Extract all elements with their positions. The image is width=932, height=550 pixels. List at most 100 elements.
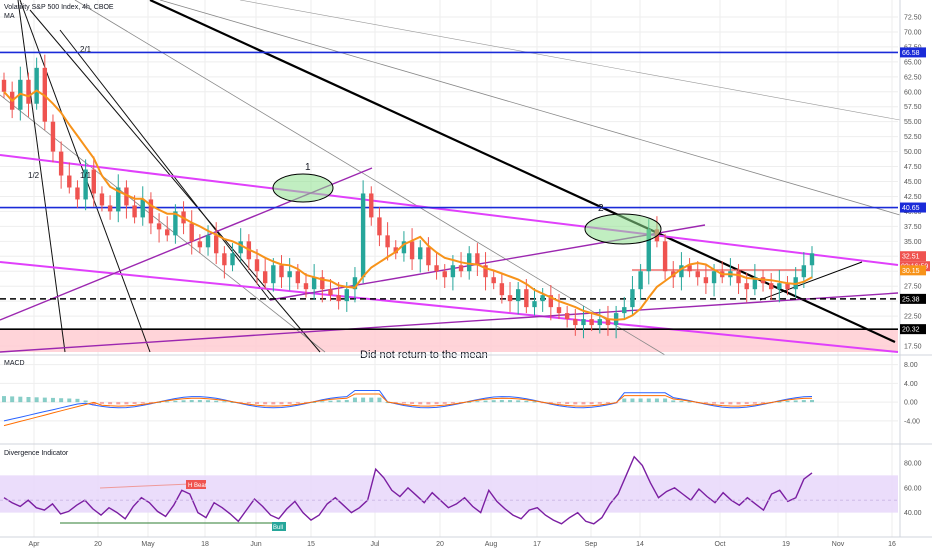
macd-histogram-bar <box>736 402 741 405</box>
macd-histogram-bar <box>336 400 341 403</box>
candle-body <box>573 319 578 326</box>
candle-body <box>711 271 717 284</box>
bear-label-text: H Bear <box>188 483 207 489</box>
macd-histogram-bar <box>26 396 31 403</box>
price-tick-label: 65.00 <box>904 59 922 66</box>
macd-histogram-bar <box>124 402 129 405</box>
price-tick-label: 35.00 <box>904 239 922 246</box>
candle-body <box>26 79 31 104</box>
macd-histogram-bar <box>295 402 300 404</box>
price-tick-label: 42.50 <box>904 194 922 201</box>
time-tick-label: 18 <box>201 541 209 548</box>
ma-value-tag-text: 30.15 <box>902 268 920 275</box>
candle-body <box>50 121 56 152</box>
candle-body <box>581 319 586 326</box>
candle-body <box>703 277 709 284</box>
price-level-tag-text: 66.58 <box>902 50 920 57</box>
macd-histogram-bar <box>638 398 643 403</box>
macd-histogram-bar <box>173 400 178 403</box>
macd-histogram-bar <box>499 399 504 403</box>
price-level-tag-text: 20.32 <box>902 327 920 334</box>
macd-tick-label: 0.00 <box>904 400 918 407</box>
macd-histogram-bar <box>418 402 423 405</box>
macd-histogram-bar <box>181 400 186 403</box>
macd-histogram-bar <box>728 402 733 405</box>
macd-histogram-bar <box>556 402 561 404</box>
macd-histogram-bar <box>597 402 602 404</box>
divergence-tick-label: 40.00 <box>904 510 922 517</box>
macd-histogram-bar <box>59 398 64 403</box>
candle-body <box>360 193 366 278</box>
candle-body <box>156 223 162 230</box>
candle-body <box>34 67 39 104</box>
price-tick-label: 62.50 <box>904 74 922 81</box>
candle-body <box>597 319 602 326</box>
macd-histogram-bar <box>2 396 6 403</box>
candle-body <box>409 241 415 260</box>
candle-body <box>189 223 194 242</box>
time-tick-label: Sep <box>585 541 598 548</box>
ma-indicator-label[interactable]: MA <box>4 13 15 20</box>
macd-histogram-bar <box>116 402 121 405</box>
candle-body <box>809 253 815 266</box>
peak-ellipse-2[interactable] <box>584 213 662 245</box>
price-tick-label: 47.50 <box>904 164 922 171</box>
candle-body <box>434 265 439 272</box>
price-tick-label: 72.50 <box>904 14 922 21</box>
macd-histogram-bar <box>475 401 480 403</box>
candle-body <box>287 271 292 278</box>
macd-histogram-bar <box>206 400 211 403</box>
candle-body <box>662 241 668 272</box>
annotation-label: 1/2 <box>28 171 40 180</box>
macd-histogram-bar <box>434 402 439 405</box>
candle-body <box>222 253 227 266</box>
macd-histogram-bar <box>810 399 814 403</box>
price-tick-label: 17.50 <box>904 344 922 351</box>
candle-body <box>271 265 276 284</box>
macd-histogram-bar <box>197 400 202 403</box>
candle-body <box>262 271 268 284</box>
macd-histogram-bar <box>712 402 717 404</box>
candle-body <box>744 283 749 290</box>
macd-histogram-bar <box>263 402 268 405</box>
candle-body <box>238 241 243 254</box>
candle-body <box>450 265 456 278</box>
macd-histogram-bar <box>344 399 349 403</box>
price-tick-label: 52.50 <box>904 134 922 141</box>
candle-body <box>75 187 80 200</box>
macd-histogram-bar <box>410 402 415 404</box>
macd-histogram-bar <box>361 397 366 403</box>
candle-body <box>254 259 260 272</box>
candle-body <box>622 307 627 314</box>
candle-body <box>442 271 447 278</box>
macd-histogram-bar <box>99 402 104 404</box>
time-tick-label: 20 <box>436 541 444 548</box>
candle-body <box>540 295 545 302</box>
macd-histogram-bar <box>50 397 55 403</box>
macd-histogram-bar <box>369 397 374 403</box>
candle-body <box>515 289 521 302</box>
macd-histogram-bar <box>271 402 276 405</box>
time-tick-label: Jun <box>250 541 261 548</box>
time-tick-label: 20 <box>94 541 102 548</box>
macd-histogram-bar <box>793 400 798 403</box>
candle-body <box>458 265 464 272</box>
candle-body <box>311 277 317 290</box>
macd-title[interactable]: MACD <box>4 360 25 367</box>
symbol-title[interactable]: Volatility S&P 500 Index, 4h, CBOE <box>4 4 114 11</box>
candle-body <box>344 289 349 302</box>
peak-ellipse-1[interactable] <box>272 173 334 203</box>
candle-body <box>91 169 96 194</box>
macd-histogram-bar <box>189 400 194 403</box>
annotation-label: 2/1 <box>80 45 92 54</box>
macd-histogram-bar <box>785 400 790 403</box>
macd-histogram-bar <box>524 400 529 403</box>
candle-body <box>214 235 219 254</box>
tradingview-chart[interactable]: 2/11/2 1/112Did not return to the mean H … <box>0 0 932 550</box>
divergence-title[interactable]: Divergence Indicator <box>4 450 69 457</box>
candle-body <box>140 199 145 218</box>
macd-histogram-bar <box>573 402 578 405</box>
macd-histogram-bar <box>75 398 80 403</box>
macd-histogram-bar <box>605 402 610 404</box>
candle-body <box>99 193 105 206</box>
